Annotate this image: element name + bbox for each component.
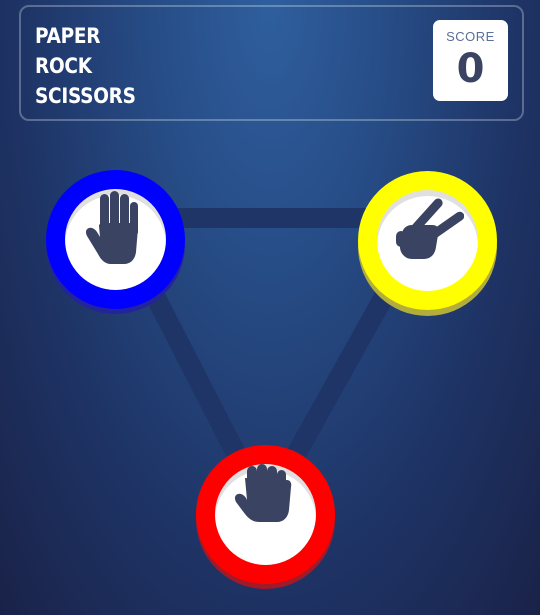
- rock-fist-icon: [234, 464, 292, 522]
- scissors-choice-button[interactable]: [358, 171, 497, 310]
- rock-choice-button[interactable]: [196, 445, 335, 584]
- paper-hand-icon: [85, 191, 138, 264]
- scissors-hand-icon: [396, 198, 464, 259]
- paper-choice-button[interactable]: [46, 170, 185, 309]
